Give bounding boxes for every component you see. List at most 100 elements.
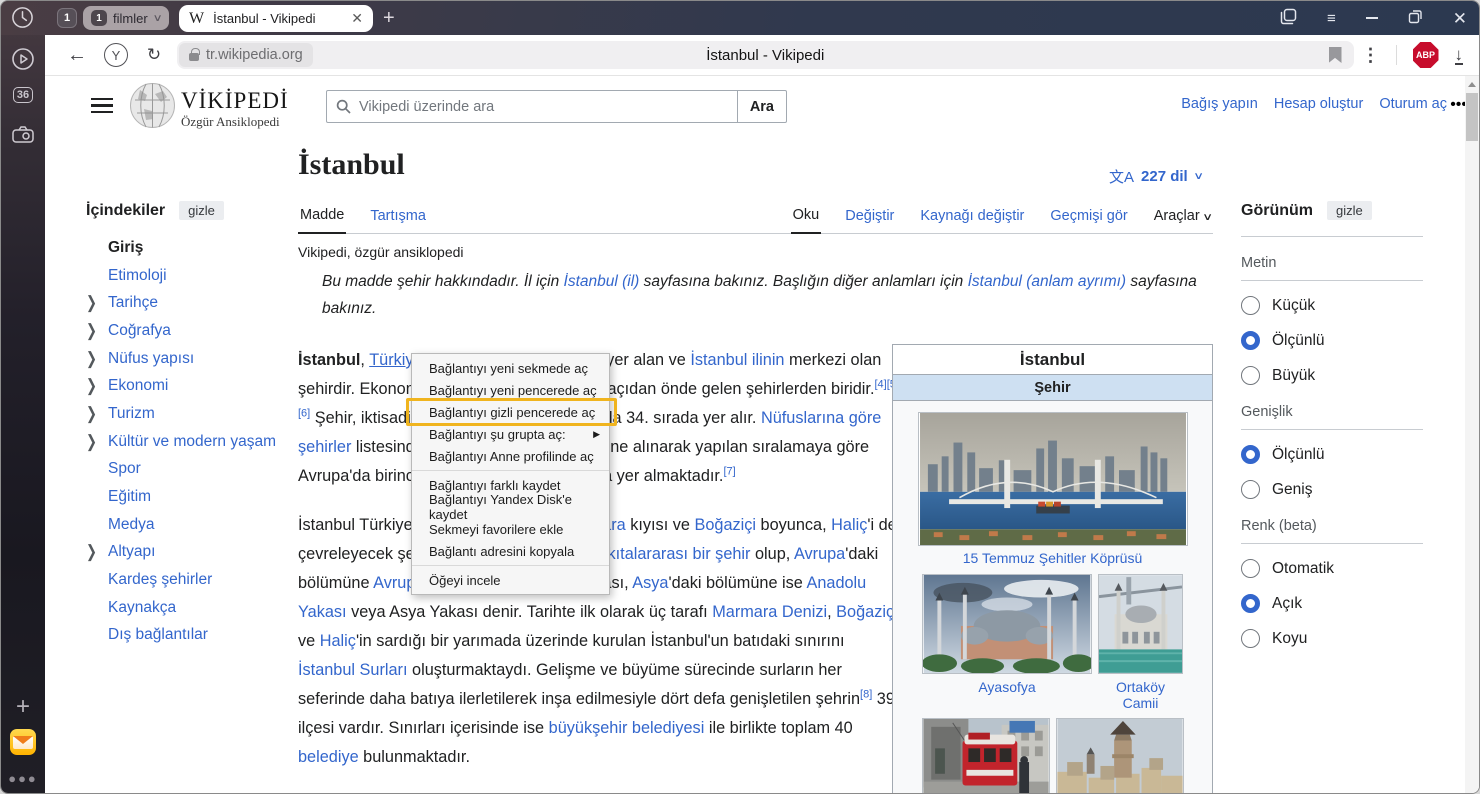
header-link[interactable]: Oturum aç <box>1379 96 1447 112</box>
photo-galata-tower[interactable] <box>1056 718 1184 793</box>
radio-icon[interactable] <box>1241 445 1260 464</box>
toc-item[interactable]: ❯ Nüfus yapısı <box>86 345 286 373</box>
photo-ortakoy-mosque[interactable] <box>1098 574 1183 674</box>
toc-item[interactable]: ❯ Altyapı <box>86 539 286 567</box>
caption-ayasofya[interactable]: Ayasofya <box>922 679 1092 711</box>
scrollbar-up-arrow[interactable] <box>1468 82 1476 87</box>
chevron-right-icon[interactable]: ❯ <box>86 431 108 452</box>
video-play-icon[interactable] <box>1 47 45 71</box>
minimize-button[interactable] <box>1366 17 1378 19</box>
article-link[interactable]: İstanbul (il) <box>564 273 640 290</box>
new-tab-button[interactable]: + <box>383 7 395 30</box>
tab-panels-icon[interactable] <box>1280 8 1297 28</box>
article-link[interactable]: Haliç <box>831 516 867 534</box>
caption-ortakoy[interactable]: Ortaköy Camii <box>1098 679 1183 711</box>
radio-icon[interactable] <box>1241 296 1260 315</box>
article-link[interactable]: Boğaziçi <box>836 603 898 621</box>
article-link[interactable]: kıtalararası bir şehir <box>608 545 751 563</box>
photo-nostalgic-tram[interactable] <box>922 718 1050 793</box>
caption-bridge[interactable]: 15 Temmuz Şehitler Köprüsü <box>893 550 1212 566</box>
article-link[interactable]: [8] <box>860 689 872 701</box>
context-menu-item[interactable]: Bağlantıyı yeni pencerede aç ▶ <box>412 379 609 401</box>
article-link[interactable]: İstanbul (anlam ayrımı) <box>968 273 1127 290</box>
radio-icon[interactable] <box>1241 559 1260 578</box>
radio-option[interactable]: Ölçünlü <box>1241 444 1423 465</box>
context-menu-item[interactable]: Sekmeyi favorilere ekle <box>412 518 609 540</box>
chevron-right-icon[interactable]: ❯ <box>86 321 108 342</box>
radio-icon[interactable] <box>1241 629 1260 648</box>
radio-option[interactable]: Ölçünlü <box>1241 330 1423 351</box>
article-link[interactable]: Asya <box>632 574 668 592</box>
restore-button[interactable] <box>1408 9 1423 27</box>
tab-close-icon[interactable]: ✕ <box>351 10 363 27</box>
radio-icon[interactable] <box>1241 331 1260 350</box>
article-link[interactable]: belediye <box>298 748 359 766</box>
search-button[interactable]: Ara <box>738 90 787 123</box>
wiki-menu-hamburger-icon[interactable] <box>91 98 113 113</box>
context-menu-item[interactable]: Öğeyi incele <box>412 569 609 591</box>
bookmark-icon[interactable] <box>1329 47 1342 63</box>
radio-option[interactable]: Koyu <box>1241 628 1423 649</box>
chevron-right-icon[interactable]: ❯ <box>86 348 108 369</box>
appearance-hide-button[interactable]: gizle <box>1327 201 1372 220</box>
toc-item[interactable]: ❯ Eğitim <box>86 483 286 511</box>
article-link[interactable]: İstanbul ilinin <box>690 351 784 369</box>
radio-option[interactable]: Büyük <box>1241 365 1423 386</box>
scrollbar-thumb[interactable] <box>1466 93 1478 141</box>
language-selector[interactable]: 文A 227 dil ∨ <box>1109 166 1202 187</box>
tab-madde[interactable]: Madde <box>298 207 346 234</box>
tab-degistir[interactable]: Değiştir <box>843 208 896 233</box>
toc-item[interactable]: ❯ Coğrafya <box>86 317 286 345</box>
photo-bosphorus-bridge[interactable] <box>918 412 1188 546</box>
chevron-right-icon[interactable]: ❯ <box>86 404 108 425</box>
radio-icon[interactable] <box>1241 366 1260 385</box>
reload-button[interactable]: ↻ <box>137 45 171 65</box>
wikipedia-globe-logo[interactable] <box>129 82 176 134</box>
article-link[interactable]: Avrupa <box>794 545 845 563</box>
address-bar[interactable]: tr.wikipedia.org İstanbul - Vikipedi <box>177 41 1354 69</box>
sidebar-add-icon[interactable]: + <box>1 693 45 721</box>
radio-icon[interactable] <box>1241 594 1260 613</box>
search-input[interactable]: Vikipedi üzerinde ara <box>326 90 738 123</box>
article-link[interactable]: [7] <box>723 466 735 478</box>
close-button[interactable]: ✕ <box>1453 10 1467 27</box>
chevron-right-icon[interactable]: ❯ <box>86 542 108 563</box>
radio-icon[interactable] <box>1241 480 1260 499</box>
toc-item[interactable]: ❯ Etimoloji <box>86 262 286 290</box>
context-menu-item[interactable]: Bağlantıyı Anne profilinde aç ▶ <box>412 445 609 467</box>
adblock-plus-icon[interactable]: ABP <box>1413 42 1439 68</box>
radio-option[interactable]: Küçük <box>1241 295 1423 316</box>
chevron-right-icon[interactable]: ❯ <box>86 293 108 314</box>
wikipedia-wordmark[interactable]: VİKİPEDİ Özgür Ansiklopedi <box>181 88 289 130</box>
sidebar-more-icon[interactable]: ●●● <box>1 771 45 786</box>
toc-item[interactable]: ❯ Turizm <box>86 400 286 428</box>
extensions-menu-icon[interactable]: ⋮ <box>1362 45 1380 66</box>
toc-item[interactable]: ❯ Kültür ve modern yaşam <box>86 428 286 456</box>
tab-kaynagi-degistir[interactable]: Kaynağı değiştir <box>918 208 1026 233</box>
chevron-right-icon[interactable]: ❯ <box>86 376 108 397</box>
radio-option[interactable]: Geniş <box>1241 479 1423 500</box>
page-scrollbar[interactable] <box>1465 76 1479 793</box>
toc-item[interactable]: ❯ Giriş <box>86 234 286 262</box>
photo-ayasofya[interactable] <box>922 574 1092 674</box>
yandex-mail-icon[interactable] <box>1 729 45 755</box>
toc-item[interactable]: ❯ Dış bağlantılar <box>86 622 286 650</box>
toc-item[interactable]: ❯ Spor <box>86 456 286 484</box>
screenshot-camera-icon[interactable] <box>1 125 45 145</box>
context-menu-item[interactable]: Bağlantıyı Yandex Disk'e kaydet <box>412 496 609 518</box>
context-menu-item[interactable]: Bağlantıyı yeni sekmede aç ▶ <box>412 357 609 379</box>
toc-item[interactable]: ❯ Medya <box>86 511 286 539</box>
tab-counter-badge[interactable]: 36 <box>1 87 45 103</box>
menu-hamburger-icon[interactable]: ≡ <box>1327 11 1336 26</box>
history-clock-icon[interactable] <box>11 6 34 34</box>
active-tab[interactable]: W İstanbul - Vikipedi ✕ <box>179 5 373 32</box>
article-link[interactable]: büyükşehir belediyesi <box>549 719 705 737</box>
tab-oku[interactable]: Oku <box>791 207 822 234</box>
tab-tartisma[interactable]: Tartışma <box>368 208 428 233</box>
context-menu-item[interactable]: Bağlantıyı şu grupta aç: ▶ <box>412 423 609 445</box>
context-menu-item[interactable]: Bağlantı adresini kopyala <box>412 540 609 562</box>
tab-group-badge[interactable]: 1 <box>57 8 77 28</box>
article-link[interactable]: İstanbul Surları <box>298 661 408 679</box>
toc-item[interactable]: ❯ Kaynakça <box>86 594 286 622</box>
article-link[interactable]: Haliç <box>320 632 356 650</box>
